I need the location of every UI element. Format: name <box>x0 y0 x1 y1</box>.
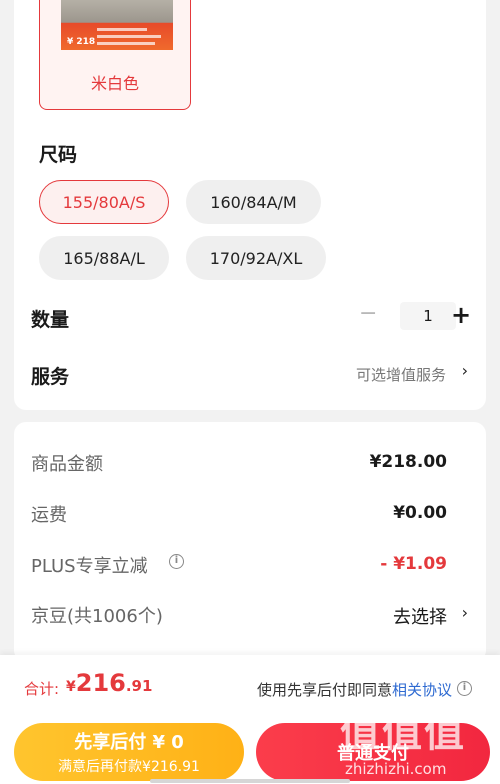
quantity-label: 数量 <box>31 309 70 331</box>
total-label: 合计: <box>24 680 60 698</box>
quantity-decrement-button[interactable]: − <box>359 303 377 327</box>
goods-amount-value: ¥218.00 <box>369 452 447 472</box>
agreement-link[interactable]: 相关协议 <box>392 681 452 699</box>
thumb-line <box>97 35 161 38</box>
shipping-value: ¥0.00 <box>393 503 447 523</box>
price-summary-card: 商品金额 ¥218.00 运费 ¥0.00 PLUS专享立减 i - ¥1.09… <box>14 422 486 662</box>
service-value-link[interactable]: 可选增值服务 <box>356 364 446 385</box>
total-amount: ¥216.91 <box>66 669 152 697</box>
shipping-label: 运费 <box>31 505 67 526</box>
sku-selector-card: ¥ 218 米白色 尺码 155/80A/S 160/84A/M 165/88A… <box>14 0 486 410</box>
pay-later-subtitle: 满意后再付款¥216.91 <box>58 759 200 775</box>
size-section-title: 尺码 <box>39 144 78 166</box>
info-icon[interactable]: i <box>169 554 184 569</box>
thumb-line <box>97 42 155 45</box>
quantity-increment-button[interactable]: + <box>451 302 471 328</box>
color-thumbnail: ¥ 218 <box>61 0 173 50</box>
pay-later-button[interactable]: 先享后付 ¥ 0 满意后再付款¥216.91 <box>14 723 244 781</box>
size-option-165[interactable]: 165/88A/L <box>39 236 169 280</box>
jingdou-select-link[interactable]: 去选择 <box>393 603 447 629</box>
color-option-selected[interactable]: ¥ 218 米白色 <box>39 0 191 110</box>
jingdou-label: 京豆(共1006个) <box>31 606 163 627</box>
info-icon[interactable]: i <box>457 681 472 696</box>
total-currency: ¥ <box>66 679 76 695</box>
pay-later-title: 先享后付 ¥ 0 <box>74 732 184 753</box>
agreement-prefix: 使用先享后付即同意 <box>256 681 392 699</box>
watermark-logo: 值值值 <box>340 710 466 756</box>
goods-amount-label: 商品金额 <box>31 454 103 475</box>
quantity-input[interactable]: 1 <box>400 302 456 330</box>
total-decimal: .91 <box>125 677 153 695</box>
size-option-155[interactable]: 155/80A/S <box>39 180 169 224</box>
home-indicator <box>150 779 350 783</box>
size-option-160[interactable]: 160/84A/M <box>186 180 321 224</box>
plus-discount-value: - ¥1.09 <box>380 554 447 574</box>
thumb-line <box>97 28 147 31</box>
total-integer: 216 <box>75 669 126 697</box>
plus-discount-label: PLUS专享立减 <box>31 556 148 577</box>
chevron-right-icon[interactable]: › <box>462 603 468 622</box>
watermark-url: zhizhizhi.com <box>345 760 447 778</box>
agreement-text: 使用先享后付即同意相关协议 <box>257 679 452 700</box>
service-label: 服务 <box>31 366 70 388</box>
size-option-170[interactable]: 170/92A/XL <box>186 236 326 280</box>
thumb-price: ¥ 218 <box>67 37 96 47</box>
color-option-label: 米白色 <box>90 74 139 93</box>
chevron-right-icon[interactable]: › <box>462 361 468 380</box>
